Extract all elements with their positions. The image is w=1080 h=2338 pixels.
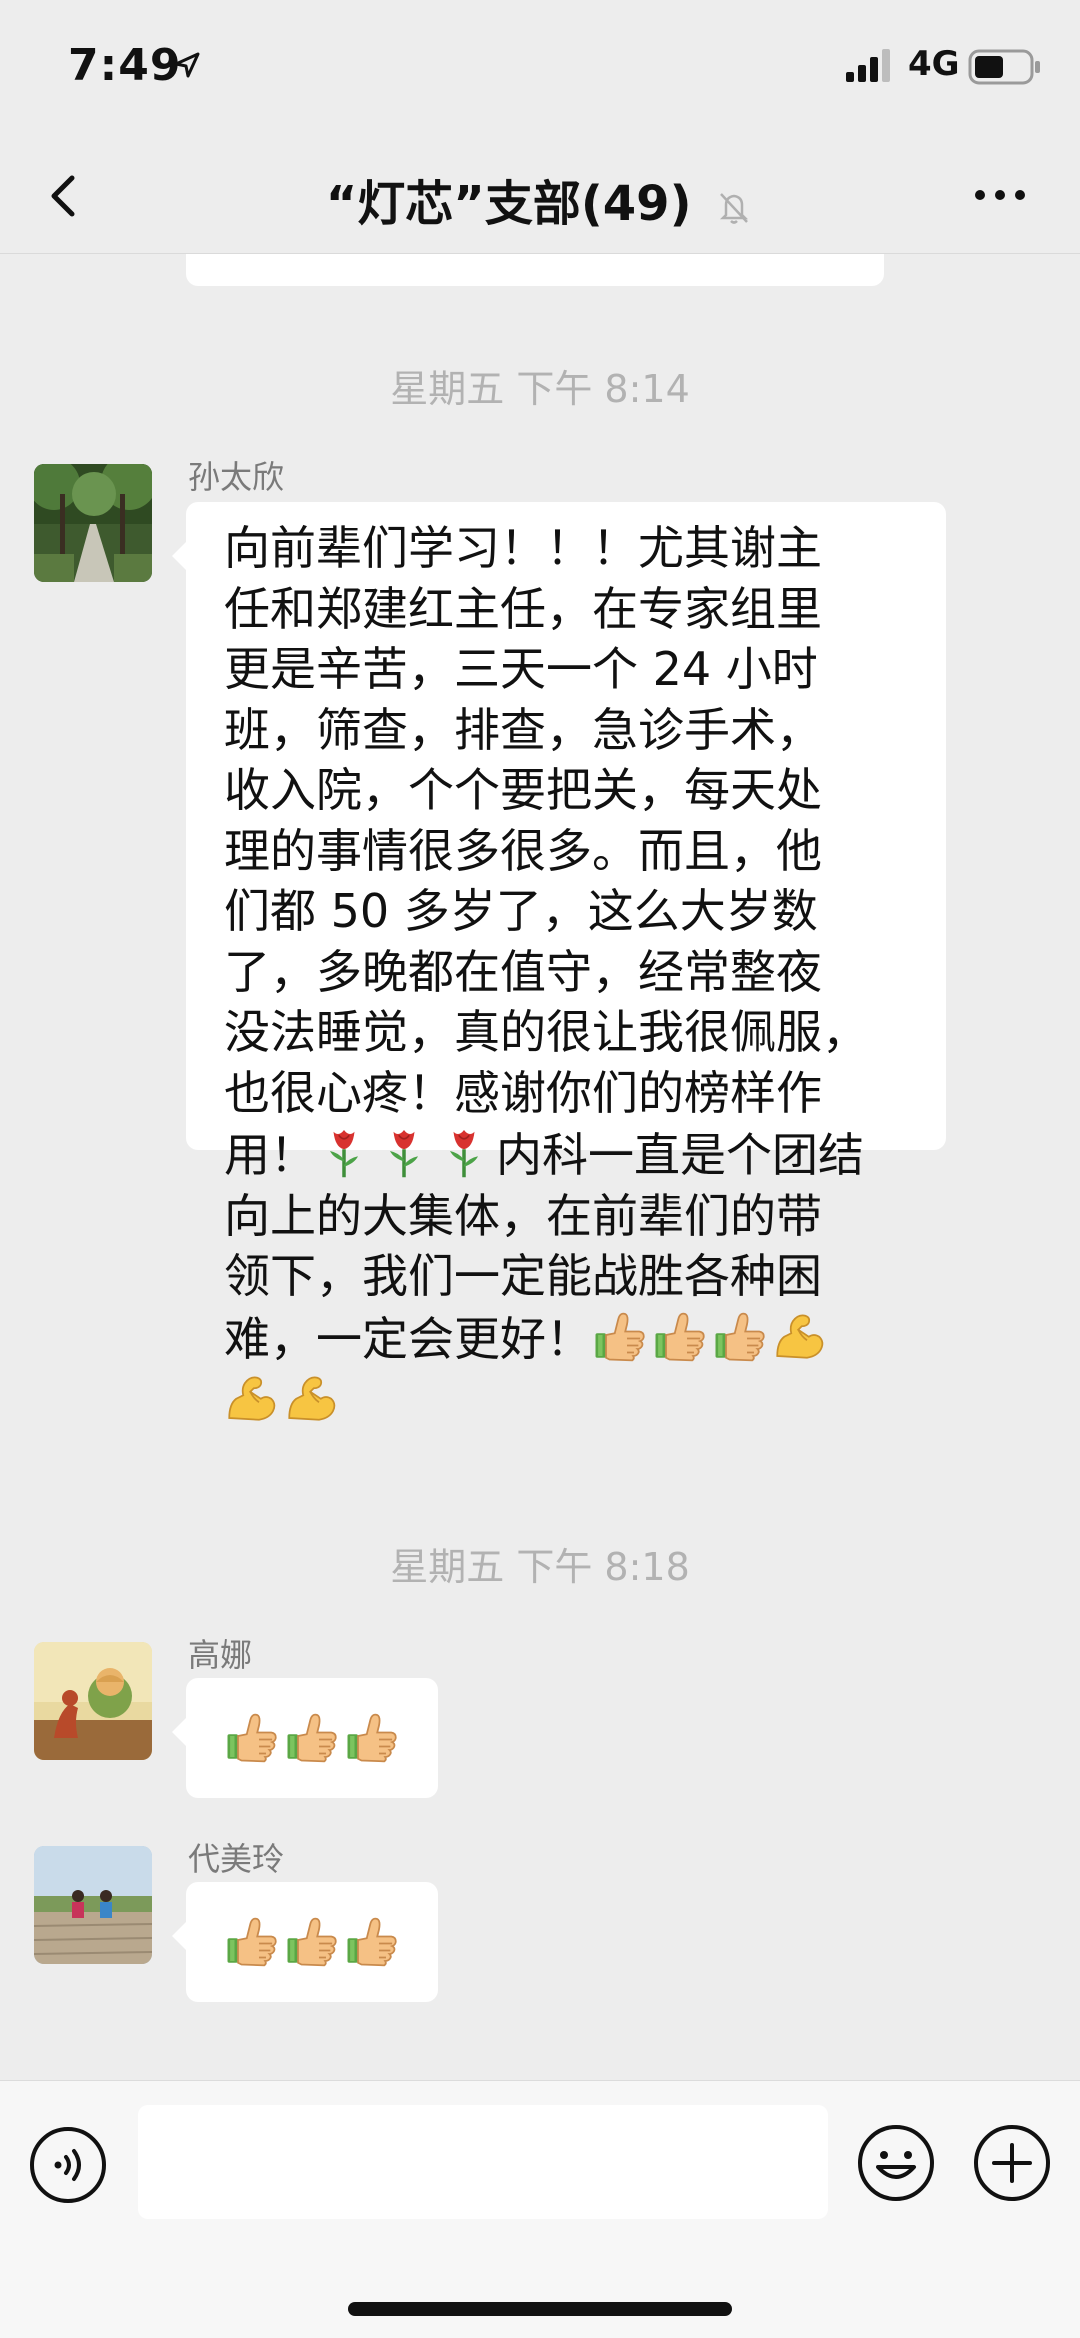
message-line: 也很心疼！感谢你们的榜样作 bbox=[224, 1065, 822, 1120]
message-line: 班，筛查，排查，急诊手术， bbox=[224, 702, 822, 757]
emoji-face-icon[interactable] bbox=[856, 2123, 936, 2203]
thumbs-up-emoji-icon bbox=[344, 1912, 400, 1968]
rose-emoji-icon bbox=[376, 1123, 432, 1179]
battery-icon bbox=[968, 49, 1040, 85]
message-fragment: 用！ bbox=[224, 1128, 316, 1182]
message-line: 领下，我们一定能战胜各种困 bbox=[224, 1249, 822, 1303]
message-line: 收入院，个个要把关，每天处 bbox=[224, 763, 822, 817]
message-bubble[interactable] bbox=[172, 1882, 438, 2002]
avatar-sun-taixin[interactable] bbox=[34, 464, 152, 582]
message-line: 向前辈们学习！！！尤其谢主 bbox=[224, 521, 822, 575]
message-line: 们都 50 多岁了，这么大岁数 bbox=[224, 884, 818, 938]
sender-name: 孙太欣 bbox=[188, 458, 285, 496]
thumbs-up-emoji-icon bbox=[712, 1307, 768, 1363]
avatar-dai-meiling[interactable] bbox=[34, 1846, 152, 1964]
message-line: 用！ 内科一直是个团结 bbox=[224, 1123, 922, 1186]
message-bubble[interactable]: 向前辈们学习！！！尤其谢主 任和郑建红主任，在专家组里 更是辛苦，三天一个 24… bbox=[172, 502, 946, 1150]
thumbs-up-emoji-icon bbox=[344, 1708, 400, 1764]
input-bar bbox=[0, 2080, 1080, 2338]
thumbs-up-emoji-icon bbox=[652, 1307, 708, 1363]
avatar-gao-na[interactable] bbox=[34, 1642, 152, 1760]
message-line bbox=[224, 1369, 922, 1432]
thumbs-up-emoji-icon bbox=[224, 1708, 280, 1764]
cellular-signal-icon bbox=[846, 49, 890, 82]
network-type: 4G bbox=[908, 44, 960, 84]
message-list[interactable]: 星期五 下午 8:14 孙太欣 向前辈们学习！！！尤其谢主 任和郑建红主任，在专… bbox=[0, 254, 1080, 2080]
sender-name: 高娜 bbox=[188, 1636, 253, 1674]
emoji-row bbox=[224, 1708, 438, 1764]
message-line: 更是辛苦，三天一个 24 小时 bbox=[224, 642, 818, 696]
rose-emoji-icon bbox=[436, 1123, 492, 1179]
emoji-row bbox=[224, 1912, 438, 1968]
message-line: 了，多晚都在值守，经常整夜 bbox=[224, 944, 822, 999]
rose-emoji-icon bbox=[316, 1123, 372, 1179]
chat-header: “灯芯”支部(49) bbox=[0, 140, 1080, 254]
voice-input-icon[interactable] bbox=[28, 2125, 108, 2205]
status-time: 7:49 bbox=[68, 40, 182, 91]
home-indicator bbox=[348, 2302, 732, 2316]
flexed-biceps-emoji-icon bbox=[284, 1369, 340, 1425]
message-line: 任和郑建红主任，在专家组里 bbox=[224, 581, 822, 636]
message-text: 向前辈们学习！！！尤其谢主 任和郑建红主任，在专家组里 更是辛苦，三天一个 24… bbox=[224, 518, 922, 1432]
message-bubble[interactable] bbox=[172, 1678, 438, 1798]
thumbs-up-emoji-icon bbox=[224, 1912, 280, 1968]
muted-bell-icon bbox=[720, 193, 749, 224]
flexed-biceps-emoji-icon bbox=[224, 1369, 280, 1425]
message-line: 没法睡觉，真的很让我很佩服， bbox=[224, 1005, 868, 1059]
message-line: 理的事情很多很多。而且，他 bbox=[224, 823, 822, 878]
message-timestamp: 星期五 下午 8:14 bbox=[390, 367, 690, 411]
more-options-icon[interactable] bbox=[970, 180, 1030, 210]
flexed-biceps-emoji-icon bbox=[772, 1307, 828, 1363]
message-fragment: 内科一直是个团结 bbox=[496, 1128, 864, 1182]
plus-more-icon[interactable] bbox=[972, 2123, 1052, 2203]
chat-title: “灯芯”支部(49) bbox=[325, 176, 692, 232]
message-timestamp: 星期五 下午 8:18 bbox=[390, 1545, 690, 1589]
status-bar: 7:49 4G bbox=[0, 0, 1080, 140]
thumbs-up-emoji-icon bbox=[284, 1708, 340, 1764]
thumbs-up-emoji-icon bbox=[592, 1307, 648, 1363]
message-input[interactable] bbox=[138, 2105, 828, 2219]
thumbs-up-emoji-icon bbox=[284, 1912, 340, 1968]
sender-name: 代美玲 bbox=[188, 1840, 285, 1878]
message-fragment: 难，一定会更好！ bbox=[224, 1311, 592, 1366]
previous-message-bubble bbox=[186, 254, 884, 286]
chat-title-wrap: “灯芯”支部(49) bbox=[0, 164, 1080, 234]
message-line: 难，一定会更好！ bbox=[224, 1307, 922, 1370]
message-line: 向上的大集体，在前辈们的带 bbox=[224, 1188, 822, 1243]
location-arrow-icon bbox=[174, 52, 200, 78]
